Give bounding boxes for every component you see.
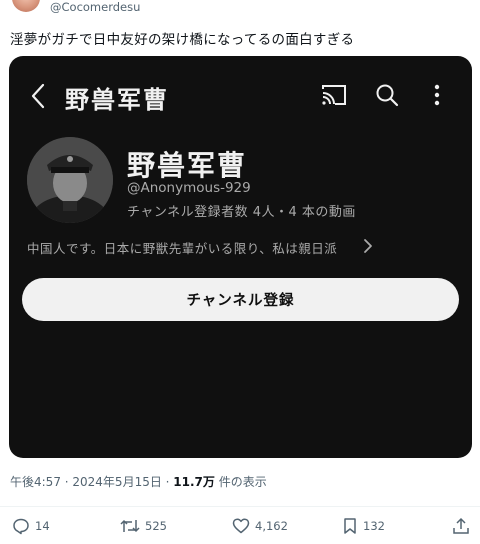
like-count: 4,162 — [255, 519, 288, 533]
views-count: 11.7万 — [173, 475, 215, 489]
bookmark-button[interactable]: 132 — [342, 517, 385, 535]
chevron-right-icon[interactable] — [361, 237, 375, 255]
embedded-screenshot[interactable]: 野兽军曹 野兽军曹 @Anonymous-929 チャンネル登録者数 4人・4 … — [9, 56, 472, 458]
share-button[interactable] — [452, 517, 470, 535]
views-label: 件の表示 — [214, 475, 267, 489]
user-avatar[interactable] — [12, 0, 40, 12]
back-icon[interactable] — [27, 82, 51, 110]
channel-name: 野兽军曹 — [127, 149, 248, 182]
share-icon — [453, 517, 469, 534]
tweet-text: 淫夢がガチで日中友好の架け橋になってるの面白すぎる — [10, 32, 355, 48]
bookmark-icon — [344, 518, 356, 534]
channel-description[interactable]: 中国人です。日本に野獣先輩がいる限り、私は親日派 — [27, 238, 337, 257]
channel-handle: @Anonymous-929 — [127, 180, 251, 196]
reply-button[interactable]: 14 — [12, 517, 50, 535]
search-icon[interactable] — [375, 83, 399, 107]
repost-count: 525 — [145, 519, 167, 533]
channel-stats: チャンネル登録者数 4人・4 本の動画 — [127, 205, 356, 220]
repost-icon — [120, 519, 140, 533]
user-handle[interactable]: @Cocomerdesu — [50, 0, 140, 14]
subscribe-label: チャンネル登録 — [186, 293, 295, 309]
action-bar: 14 525 4,162 132 — [0, 506, 480, 542]
reply-icon — [13, 518, 29, 535]
like-button[interactable]: 4,162 — [232, 517, 288, 535]
reply-count: 14 — [35, 519, 50, 533]
tweet-timestamp[interactable]: 午後4:57 · 2024年5月15日 · — [10, 475, 173, 489]
heart-icon — [232, 518, 250, 534]
bookmark-count: 132 — [363, 519, 385, 533]
channel-avatar — [27, 137, 113, 223]
channel-title-top: 野兽军曹 — [65, 86, 169, 114]
repost-button[interactable]: 525 — [120, 517, 167, 535]
cast-icon[interactable] — [321, 84, 347, 106]
subscribe-button[interactable]: チャンネル登録 — [22, 278, 459, 321]
channel-top-bar: 野兽军曹 — [9, 74, 472, 118]
more-icon[interactable] — [432, 83, 442, 107]
tweet-header: @Cocomerdesu — [0, 0, 480, 22]
tweet-meta: 午後4:57 · 2024年5月15日 · 11.7万 件の表示 — [10, 473, 267, 490]
